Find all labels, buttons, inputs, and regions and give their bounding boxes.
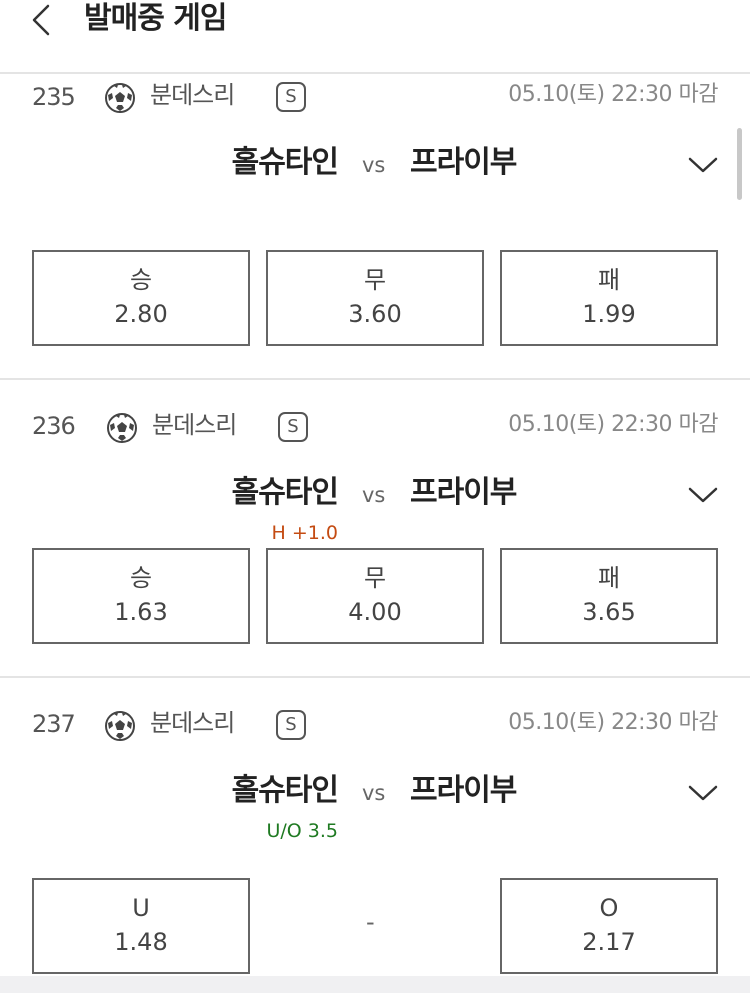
odds-label: O (599, 894, 619, 922)
game-number: 236 (32, 412, 76, 440)
chevron-left-icon[interactable] (28, 2, 58, 38)
vs-label: vs (362, 781, 386, 805)
league-name: 분데스리 (150, 709, 235, 737)
league-name: 분데스리 (150, 81, 235, 109)
soccer-ball-icon (105, 711, 135, 741)
home-team: 홀슈타인 (231, 145, 339, 180)
bottom-strip (0, 976, 750, 993)
odds-button-over[interactable]: O 2.17 (500, 878, 718, 974)
odds-value: 4.00 (348, 598, 402, 626)
home-team: 홀슈타인 (231, 773, 339, 808)
odds-value: 2.17 (582, 928, 636, 956)
odds-value: 1.63 (114, 598, 168, 626)
deadline-text: 05.10(토) 22:30 마감 (508, 412, 718, 437)
odds-label: 패 (597, 564, 621, 592)
vs-label: vs (362, 153, 386, 177)
odds-button-lose[interactable]: 패 1.99 (500, 250, 718, 346)
away-team: 프라이부 (410, 475, 517, 510)
chevron-down-icon[interactable] (688, 486, 718, 504)
s-badge: S (276, 710, 306, 740)
odds-button-draw[interactable]: 무 3.60 (266, 250, 484, 346)
odds-button-win[interactable]: 승 2.80 (32, 250, 250, 346)
vs-label: vs (362, 483, 386, 507)
deadline-text: 05.10(토) 22:30 마감 (508, 82, 718, 107)
deadline-text: 05.10(토) 22:30 마감 (508, 710, 718, 735)
soccer-ball-icon (107, 413, 137, 443)
odds-button-lose[interactable]: 패 3.65 (500, 548, 718, 644)
odds-label: U (132, 894, 150, 922)
odds-label: 무 (363, 266, 387, 294)
game-number: 235 (32, 83, 76, 111)
odds-value: 1.99 (582, 300, 636, 328)
odds-label: 패 (597, 266, 621, 294)
page-title: 발매중 게임 (84, 1, 227, 36)
chevron-down-icon[interactable] (688, 784, 718, 802)
league-name: 분데스리 (152, 411, 237, 439)
odds-label: 무 (363, 564, 387, 592)
odds-value: 2.80 (114, 300, 168, 328)
odds-button-under[interactable]: U 1.48 (32, 878, 250, 974)
odds-value: 1.48 (114, 928, 168, 956)
s-badge: S (278, 412, 308, 442)
scrollbar[interactable] (737, 128, 742, 200)
soccer-ball-icon (105, 83, 135, 113)
card-divider (0, 676, 750, 678)
odds-middle-dash: - (366, 908, 375, 936)
home-team: 홀슈타인 (231, 475, 339, 510)
odds-value: 3.65 (582, 598, 636, 626)
odds-value: 3.60 (348, 300, 402, 328)
handicap-label: H +1.0 (271, 522, 338, 544)
handicap-label: U/O 3.5 (266, 820, 338, 842)
away-team: 프라이부 (410, 145, 517, 180)
game-number: 237 (32, 710, 76, 738)
chevron-down-icon[interactable] (688, 156, 718, 174)
header-bar: 발매중 게임 (0, 0, 750, 74)
away-team: 프라이부 (410, 773, 517, 808)
odds-label: 승 (129, 564, 153, 592)
odds-button-draw[interactable]: 무 4.00 (266, 548, 484, 644)
s-badge: S (276, 82, 306, 112)
odds-label: 승 (129, 266, 153, 294)
card-divider (0, 378, 750, 380)
odds-button-win[interactable]: 승 1.63 (32, 548, 250, 644)
